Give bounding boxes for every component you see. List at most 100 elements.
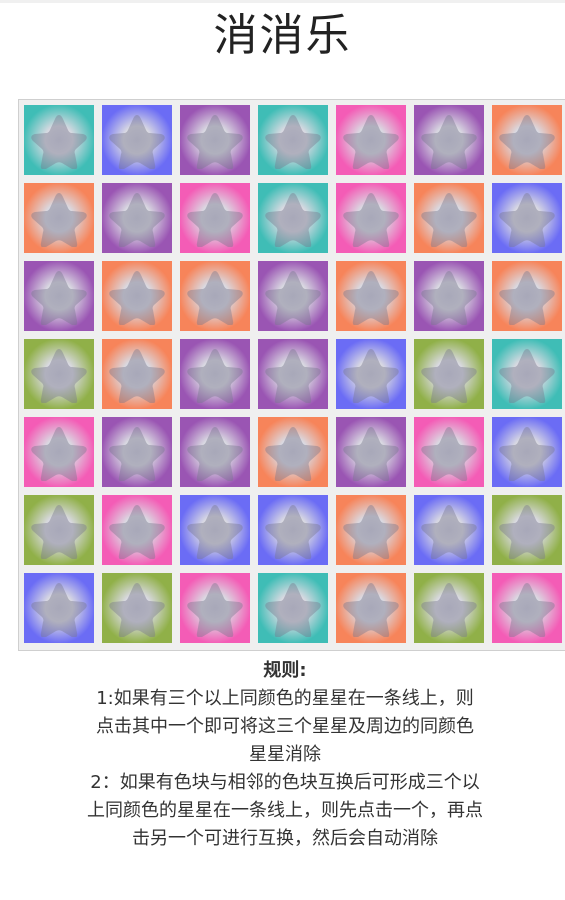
star-icon (31, 271, 87, 325)
tile-teal[interactable] (24, 105, 94, 175)
star-icon (343, 427, 399, 481)
star-icon (421, 427, 477, 481)
tile-blue[interactable] (414, 495, 484, 565)
tile-green[interactable] (492, 495, 562, 565)
tile-blue[interactable] (258, 495, 328, 565)
tile-pink[interactable] (336, 105, 406, 175)
game-page: 消消乐 规则: 1:如果有三个以上同颜色的星星在一条线上，则点击其中一个即可将这… (0, 0, 565, 900)
rule-2: 2：如果有色块与相邻的色块互换后可形成三个以上同颜色的星星在一条线上，则先点击一… (87, 772, 483, 849)
tile-pink[interactable] (24, 417, 94, 487)
tile-pink[interactable] (180, 183, 250, 253)
tile-blue[interactable] (102, 105, 172, 175)
tile-purple[interactable] (102, 417, 172, 487)
tile-orange[interactable] (102, 261, 172, 331)
star-icon (343, 505, 399, 559)
star-icon (31, 349, 87, 403)
star-icon (265, 115, 321, 169)
tile-purple[interactable] (102, 183, 172, 253)
tile-blue[interactable] (24, 573, 94, 643)
star-icon (499, 505, 555, 559)
tile-orange[interactable] (180, 261, 250, 331)
star-icon (265, 271, 321, 325)
tile-orange[interactable] (336, 495, 406, 565)
star-icon (31, 505, 87, 559)
tile-pink[interactable] (180, 573, 250, 643)
rule-1: 1:如果有三个以上同颜色的星星在一条线上，则点击其中一个即可将这三个星星及周边的… (96, 688, 474, 765)
star-icon (499, 193, 555, 247)
star-icon (343, 583, 399, 637)
star-icon (187, 349, 243, 403)
tile-blue[interactable] (492, 183, 562, 253)
star-icon (265, 427, 321, 481)
tile-orange[interactable] (258, 417, 328, 487)
star-icon (109, 427, 165, 481)
tile-pink[interactable] (414, 417, 484, 487)
page-title: 消消乐 (213, 10, 352, 61)
tile-green[interactable] (414, 573, 484, 643)
tile-purple[interactable] (180, 339, 250, 409)
tile-orange[interactable] (24, 183, 94, 253)
star-icon (343, 271, 399, 325)
star-icon (31, 193, 87, 247)
star-icon (499, 427, 555, 481)
tile-teal[interactable] (258, 573, 328, 643)
star-icon (31, 115, 87, 169)
tile-teal[interactable] (258, 183, 328, 253)
star-icon (187, 193, 243, 247)
star-icon (421, 349, 477, 403)
tile-blue[interactable] (180, 495, 250, 565)
star-icon (109, 349, 165, 403)
tile-green[interactable] (24, 495, 94, 565)
game-board (18, 99, 565, 651)
tile-purple[interactable] (24, 261, 94, 331)
tile-green[interactable] (24, 339, 94, 409)
tile-purple[interactable] (180, 105, 250, 175)
tile-purple[interactable] (258, 261, 328, 331)
star-icon (109, 115, 165, 169)
tile-green[interactable] (102, 573, 172, 643)
star-icon (499, 115, 555, 169)
star-icon (343, 193, 399, 247)
top-bar (0, 0, 565, 3)
tile-orange[interactable] (414, 183, 484, 253)
star-icon (499, 349, 555, 403)
star-icon (421, 193, 477, 247)
tile-purple[interactable] (336, 417, 406, 487)
star-icon (265, 349, 321, 403)
tile-orange[interactable] (336, 261, 406, 331)
tile-purple[interactable] (258, 339, 328, 409)
star-icon (265, 193, 321, 247)
star-icon (421, 583, 477, 637)
tile-teal[interactable] (258, 105, 328, 175)
tile-pink[interactable] (102, 495, 172, 565)
star-icon (187, 427, 243, 481)
tile-pink[interactable] (336, 183, 406, 253)
tile-teal[interactable] (492, 339, 562, 409)
star-icon (109, 193, 165, 247)
tile-blue[interactable] (492, 417, 562, 487)
star-icon (109, 505, 165, 559)
tile-purple[interactable] (414, 261, 484, 331)
star-icon (421, 115, 477, 169)
star-icon (499, 271, 555, 325)
star-icon (499, 583, 555, 637)
tile-orange[interactable] (492, 105, 562, 175)
tile-green[interactable] (414, 339, 484, 409)
tile-blue[interactable] (336, 339, 406, 409)
star-icon (343, 349, 399, 403)
star-icon (187, 583, 243, 637)
star-icon (187, 271, 243, 325)
tile-purple[interactable] (414, 105, 484, 175)
star-icon (109, 271, 165, 325)
rules-heading: 规则: (263, 660, 307, 681)
tile-purple[interactable] (180, 417, 250, 487)
tile-orange[interactable] (336, 573, 406, 643)
tile-pink[interactable] (492, 573, 562, 643)
star-icon (421, 271, 477, 325)
star-icon (187, 505, 243, 559)
star-icon (421, 505, 477, 559)
tile-orange[interactable] (492, 261, 562, 331)
tile-orange[interactable] (102, 339, 172, 409)
star-icon (187, 115, 243, 169)
star-icon (31, 583, 87, 637)
